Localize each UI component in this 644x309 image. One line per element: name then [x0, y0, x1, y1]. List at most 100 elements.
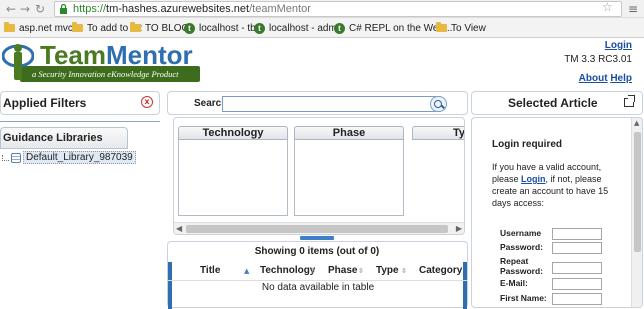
menu-icon[interactable]: ≡ — [628, 2, 638, 16]
tree-connector — [2, 154, 9, 161]
back-arrow-icon[interactable]: ← — [6, 2, 16, 16]
repeat-password-field[interactable] — [552, 262, 602, 274]
library-tree-item[interactable]: Default_Library_987039 — [2, 151, 136, 164]
login-message: If you have a valid account, please Logi… — [492, 161, 624, 209]
first-name-label: First Name: — [500, 293, 547, 303]
applied-filters-header: Applied Filters x — [0, 91, 160, 115]
bookmarks-bar: asp.net mvc To add to o2 TO BLOG t local… — [0, 18, 644, 38]
col-type[interactable]: Type — [376, 264, 399, 278]
logo-team-text: Team — [40, 40, 106, 70]
filter-header[interactable]: Ty — [412, 126, 464, 140]
logo-mentor-text: Mentor — [106, 40, 193, 70]
login-link[interactable]: Login — [605, 40, 632, 51]
app-header: TeamMentor a Security Innovation eKnowle… — [0, 38, 644, 88]
bookmark-label: TO BLOG — [145, 22, 190, 34]
help-link[interactable]: Help — [610, 73, 632, 84]
scroll-left-icon[interactable]: ◀ — [176, 224, 182, 233]
reload-icon[interactable]: ↻ — [35, 2, 45, 16]
applied-filters-title: Applied Filters — [3, 96, 87, 110]
password-label: Password: — [500, 242, 543, 252]
url-host: tm-hashes.azurewebsites.net — [106, 3, 250, 15]
scroll-thumb[interactable] — [186, 225, 448, 233]
left-panel: Applied Filters x Guidance Libraries Def… — [0, 91, 164, 308]
sort-icon[interactable]: ⇳ — [401, 267, 407, 275]
col-technology[interactable]: Technology — [260, 264, 315, 278]
bookmark-item[interactable]: To View — [436, 21, 486, 35]
filter-list[interactable] — [294, 140, 404, 216]
bookmark-item[interactable]: t localhost - admin — [254, 21, 345, 35]
folder-icon — [130, 22, 141, 32]
first-name-field[interactable] — [552, 293, 602, 305]
teammentor-icon: t — [334, 22, 345, 34]
login-required-heading: Login required — [492, 139, 562, 150]
selected-article-title: Selected Article — [508, 96, 598, 110]
resize-splitter[interactable] — [300, 236, 334, 240]
email-field[interactable] — [552, 278, 602, 290]
folder-icon — [4, 22, 15, 32]
empty-table-message: No data available in table — [168, 280, 468, 293]
bookmark-item[interactable]: t C# REPL on the Web... — [334, 21, 452, 35]
forward-arrow-icon[interactable]: → — [20, 2, 30, 16]
filter-header[interactable]: Technology — [178, 126, 288, 140]
search-bar: Search — [167, 91, 468, 115]
url-path: /teamMentor — [249, 3, 311, 15]
scroll-up-icon[interactable]: ▲ — [634, 119, 639, 127]
guidance-libraries-tab[interactable]: Guidance Libraries — [0, 127, 128, 149]
password-field[interactable] — [552, 242, 602, 254]
bookmark-label: asp.net mvc — [19, 22, 73, 34]
filter-column-type: Ty — [412, 126, 464, 140]
filter-list[interactable] — [178, 140, 288, 216]
col-phase[interactable]: Phase — [328, 264, 357, 278]
lock-icon — [60, 4, 67, 14]
scroll-right-icon[interactable]: ▶ — [456, 224, 462, 233]
teammentor-logo[interactable]: TeamMentor a Security Innovation eKnowle… — [2, 40, 202, 84]
filter-columns: Technology Phase Ty ◀ ▶ — [173, 117, 465, 235]
teammentor-icon: t — [184, 22, 195, 34]
folder-icon — [436, 22, 447, 32]
teammentor-icon: t — [254, 22, 265, 34]
horizontal-scrollbar[interactable]: ◀ ▶ — [174, 222, 464, 234]
logo-tagline: a Security Innovation eKnowledge Product — [32, 69, 179, 79]
bookmark-star-icon[interactable]: ☆ — [602, 0, 613, 14]
filter-header[interactable]: Phase — [294, 126, 404, 140]
search-input[interactable] — [222, 96, 436, 112]
scroll-thumb[interactable] — [634, 132, 641, 252]
vertical-scrollbar[interactable]: ▲ — [631, 118, 642, 307]
logo-mark-icon — [2, 44, 34, 80]
article-content: Login required If you have a valid accou… — [471, 117, 643, 308]
col-title[interactable]: Title — [200, 264, 220, 278]
bookmark-item[interactable]: asp.net mvc — [4, 21, 73, 35]
email-label: E-Mail: — [500, 278, 528, 288]
table-header: Title ▲ Technology ⇳ Phase ⇳ Type ⇳ Cate… — [168, 264, 468, 278]
url-scheme: https:// — [73, 3, 107, 15]
col-category[interactable]: Category — [419, 264, 462, 278]
version-label: TM 3.3 RC3.01 — [564, 54, 632, 65]
sort-icon[interactable]: ⇳ — [310, 267, 316, 275]
browser-toolbar: ← → ↻ https://tm-hashes.azurewebsites.ne… — [0, 0, 644, 18]
middle-panel: Search Technology Phase Ty ◀ ▶ Showing 0… — [167, 91, 468, 309]
login-inline-link[interactable]: Login — [521, 174, 546, 184]
filter-column-technology: Technology — [178, 126, 288, 216]
divider — [0, 121, 160, 122]
filter-column-phase: Phase — [294, 126, 404, 216]
username-field[interactable] — [552, 228, 602, 240]
search-button[interactable] — [430, 96, 447, 112]
folder-icon — [72, 22, 83, 32]
address-bar[interactable]: https://tm-hashes.azurewebsites.net/team… — [54, 1, 622, 17]
right-panel: Selected Article Login required If you h… — [471, 91, 644, 308]
results-table: Showing 0 items (out of 0) Title ▲ Techn… — [167, 241, 468, 309]
clear-filters-icon[interactable]: x — [141, 96, 153, 108]
repeat-password-label: Repeat Password: — [500, 256, 543, 276]
sort-icon[interactable]: ⇳ — [358, 267, 364, 275]
about-link[interactable]: About — [579, 73, 608, 84]
selected-article-header: Selected Article — [471, 91, 643, 115]
popout-icon[interactable] — [624, 95, 635, 107]
bookmark-item[interactable]: t localhost - tbot — [184, 21, 264, 35]
url-text: https://tm-hashes.azurewebsites.net/team… — [73, 3, 311, 15]
username-label: Username — [500, 228, 542, 238]
guidance-libraries-title: Guidance Libraries — [3, 132, 103, 144]
sort-asc-icon[interactable]: ▲ — [244, 267, 249, 275]
bookmark-item[interactable]: TO BLOG — [130, 21, 189, 35]
results-count: Showing 0 items (out of 0) — [254, 246, 380, 257]
header-links: About Help — [579, 73, 632, 84]
